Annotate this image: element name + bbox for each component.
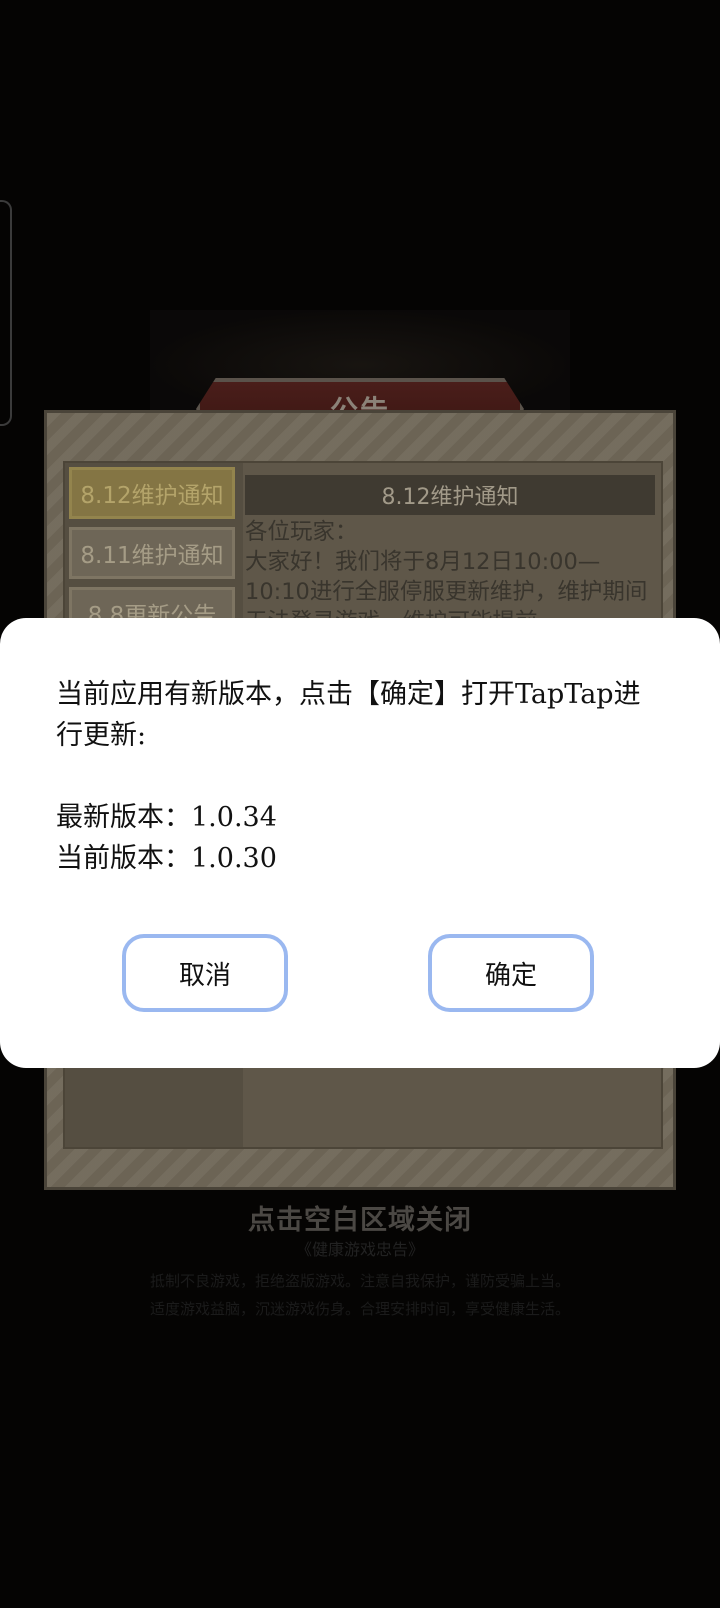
notice-content-title: 8.12维护通知: [245, 475, 655, 515]
close-hint[interactable]: 点击空白区域关闭: [0, 1198, 720, 1237]
notice-tab-label: 8.11维护通知: [80, 543, 224, 569]
cancel-button-label: 取消: [178, 960, 231, 991]
confirm-button-label: 确定: [484, 960, 537, 991]
side-drawer-handle[interactable]: [0, 200, 12, 426]
health-notice-line: 适度游戏益脑，沉迷游戏伤身。合理安排时间，享受健康生活。: [149, 1300, 570, 1318]
cancel-button[interactable]: 取消: [122, 934, 288, 1012]
confirm-button[interactable]: 确定: [428, 934, 594, 1012]
health-notice-line: 抵制不良游戏，拒绝盗版游戏。注意自我保护，谨防受骗上当。: [149, 1272, 570, 1290]
latest-version-value: 1.0.34: [191, 802, 277, 833]
notice-tab-label: 8.12维护通知: [80, 483, 224, 509]
current-version-value: 1.0.30: [191, 843, 277, 874]
update-dialog-message: 当前应用有新版本，点击【确定】打开TapTap进行更新: 最新版本：1.0.34…: [56, 674, 666, 879]
latest-version-label: 最新版本：: [56, 802, 191, 833]
update-message: 当前应用有新版本，点击【确定】打开TapTap进行更新:: [56, 679, 641, 751]
notice-tab-0811[interactable]: 8.11维护通知: [69, 527, 235, 579]
update-dialog: 当前应用有新版本，点击【确定】打开TapTap进行更新: 最新版本：1.0.34…: [0, 618, 720, 1068]
game-screen[interactable]: 公告 8.12维护通知 8.11维护通知 8.8更新公告 8.12维护通知 各位…: [0, 0, 720, 1608]
notice-tab-0812[interactable]: 8.12维护通知: [69, 467, 235, 519]
current-version-label: 当前版本：: [56, 843, 191, 874]
health-notice-title: 《健康游戏忠告》: [295, 1240, 424, 1259]
